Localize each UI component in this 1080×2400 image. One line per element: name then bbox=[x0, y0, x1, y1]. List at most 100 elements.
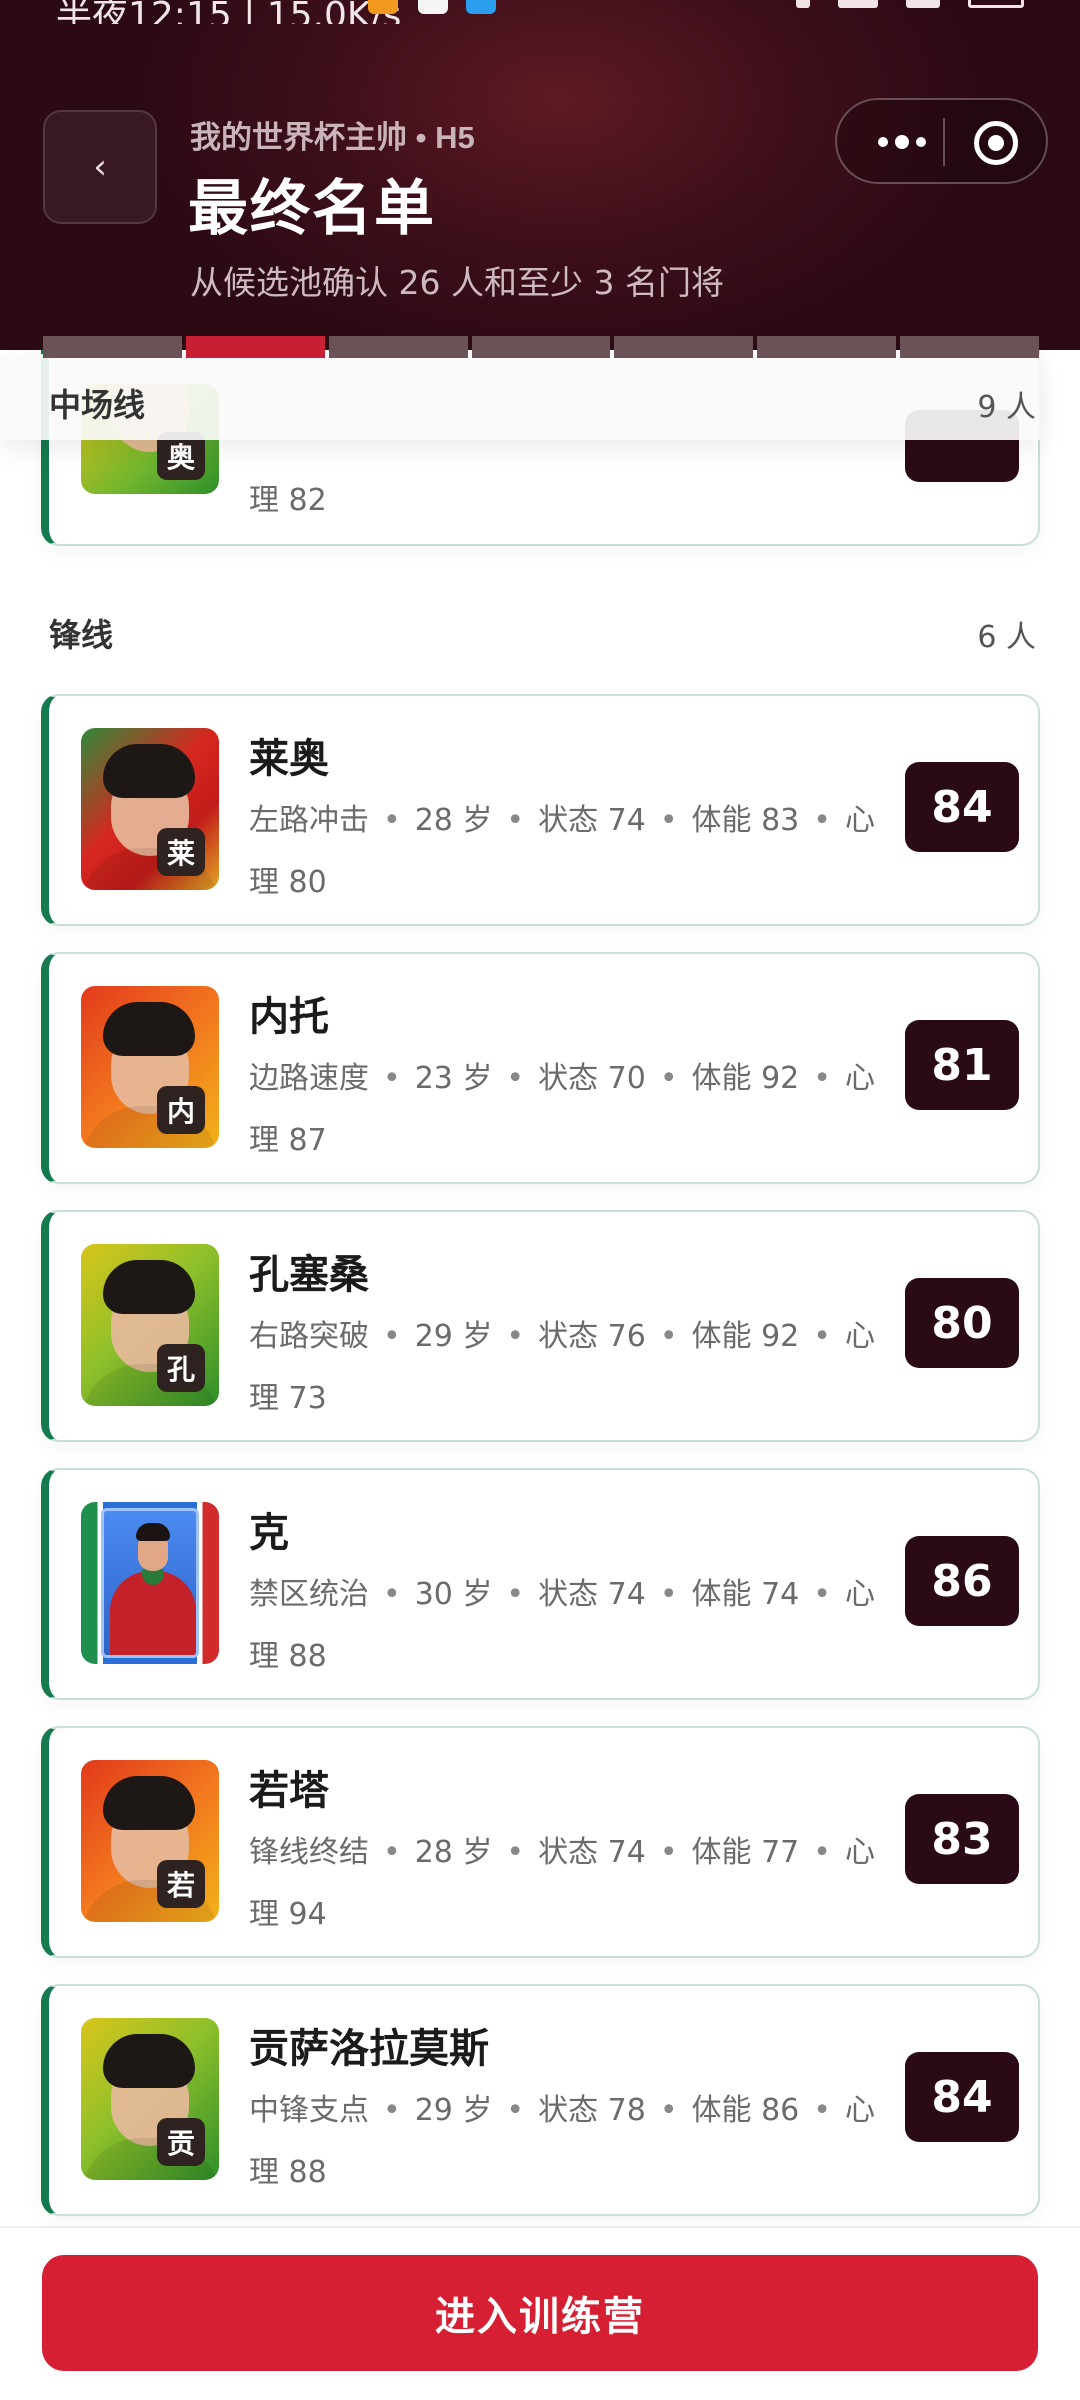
player-info: 边路速度 • 23 岁 • 状态 70 • 体能 92 • 心理 87 bbox=[249, 1061, 875, 1158]
player-mental-a: 心 bbox=[844, 2093, 875, 2128]
section-count: 6 人 bbox=[977, 620, 1036, 655]
tab[interactable] bbox=[900, 336, 1040, 358]
status-time: 半夜12:15 | 15.0K/s bbox=[56, 0, 402, 24]
player-form: 状态 70 bbox=[538, 1061, 646, 1096]
player-rating: 84 bbox=[905, 2052, 1019, 2142]
player-name: 莱奥 bbox=[249, 736, 329, 782]
player-form: 状态 74 bbox=[538, 1835, 646, 1870]
avatar-initial: 莱 bbox=[157, 828, 205, 876]
status-right bbox=[796, 0, 1024, 8]
player-mental-b: 理 80 bbox=[249, 865, 327, 900]
player-stamina: 体能 92 bbox=[691, 1319, 800, 1354]
enter-training-camp-button[interactable]: 进入训练营 bbox=[42, 2255, 1038, 2371]
player-mental-b: 理 73 bbox=[249, 1381, 327, 1416]
player-mental-b: 理 88 bbox=[249, 2155, 327, 2190]
player-avatar: 若 bbox=[81, 1760, 219, 1922]
notification-icon bbox=[368, 0, 398, 14]
app-header: 半夜12:15 | 15.0K/s ‹ 我的世界杯主帅 • H5 最终名单 从候… bbox=[0, 0, 1080, 350]
player-name: 孔塞桑 bbox=[249, 1252, 369, 1298]
player-name: 内托 bbox=[249, 994, 329, 1040]
back-button[interactable]: ‹ bbox=[43, 110, 157, 224]
player-info: 锋线终结 • 28 岁 • 状态 74 • 体能 77 • 心理 94 bbox=[249, 1835, 875, 1932]
player-mental-b: 理 87 bbox=[249, 1123, 327, 1158]
player-stamina: 体能 92 bbox=[691, 1061, 800, 1096]
player-age: 30 岁 bbox=[414, 1577, 493, 1612]
player-age: 28 岁 bbox=[414, 1835, 493, 1870]
tab[interactable] bbox=[614, 336, 754, 358]
player-age: 29 岁 bbox=[414, 2093, 493, 2128]
player-name: 克 bbox=[249, 1510, 289, 1556]
player-card[interactable]: 贡 贡萨洛拉莫斯 中锋支点 • 29 岁 • 状态 78 • 体能 86 • 心理 88 84 bbox=[41, 1984, 1040, 2216]
signal-icon bbox=[838, 0, 878, 8]
player-name: 若塔 bbox=[249, 1768, 329, 1814]
tab[interactable] bbox=[328, 336, 468, 358]
avatar-initial: 孔 bbox=[157, 1344, 205, 1392]
close-target-icon[interactable] bbox=[974, 121, 1018, 165]
player-age: 23 岁 bbox=[414, 1061, 493, 1096]
player-card[interactable]: 克 禁区统治 • 30 岁 • 状态 74 • 体能 74 • 心理 88 86 bbox=[41, 1468, 1040, 1700]
avatar-hair bbox=[103, 744, 195, 798]
position-tab-strip bbox=[43, 336, 1040, 358]
player-card[interactable]: 若 若塔 锋线终结 • 28 岁 • 状态 74 • 体能 77 • 心理 94 83 bbox=[41, 1726, 1040, 1958]
player-info: 左路冲击 • 28 岁 • 状态 74 • 体能 83 • 心理 80 bbox=[249, 803, 875, 900]
capsule-divider bbox=[943, 118, 945, 166]
player-age: 29 岁 bbox=[414, 1319, 493, 1354]
wifi-icon bbox=[906, 0, 940, 8]
player-mental-a: 心 bbox=[844, 1061, 875, 1096]
photo-hair bbox=[136, 1523, 170, 1541]
player-stamina: 体能 74 bbox=[691, 1577, 800, 1612]
page-description: 从候选池确认 26 人和至少 3 名门将 bbox=[190, 263, 724, 302]
player-mental-a: 心 bbox=[844, 1319, 875, 1354]
player-role: 中锋支点 bbox=[249, 2093, 369, 2128]
player-rating: 86 bbox=[905, 1536, 1019, 1626]
miniprogram-capsule bbox=[835, 98, 1048, 184]
player-form: 状态 78 bbox=[538, 2093, 646, 2128]
tab[interactable] bbox=[757, 336, 897, 358]
tab[interactable] bbox=[43, 336, 182, 358]
player-card[interactable]: 孔 孔塞桑 右路突破 • 29 岁 • 状态 76 • 体能 92 • 心理 73 80 bbox=[41, 1210, 1040, 1442]
photo-inner bbox=[101, 1508, 199, 1658]
player-rating: 80 bbox=[905, 1278, 1019, 1368]
avatar-hair bbox=[103, 1260, 195, 1314]
player-form: 状态 74 bbox=[538, 803, 646, 838]
player-mental-b: 理 94 bbox=[249, 1897, 327, 1932]
player-rating: 81 bbox=[905, 1020, 1019, 1110]
player-form: 状态 76 bbox=[538, 1319, 646, 1354]
player-card[interactable]: 内 内托 边路速度 • 23 岁 • 状态 70 • 体能 92 • 心理 87 81 bbox=[41, 952, 1040, 1184]
bottom-action-bar: 进入训练营 bbox=[0, 2226, 1080, 2400]
player-role: 边路速度 bbox=[249, 1061, 369, 1096]
player-photo bbox=[81, 1502, 219, 1664]
section-header-forwards: 锋线 6 人 bbox=[0, 602, 1080, 662]
status-bar: 半夜12:15 | 15.0K/s bbox=[0, 0, 1080, 24]
bluetooth-icon bbox=[796, 0, 810, 8]
player-stamina: 体能 77 bbox=[691, 1835, 800, 1870]
section-title: 锋线 bbox=[49, 616, 114, 654]
player-avatar: 内 bbox=[81, 986, 219, 1148]
player-stamina: 体能 86 bbox=[691, 2093, 800, 2128]
tab-active[interactable] bbox=[185, 336, 325, 358]
player-card[interactable]: 莱 莱奥 左路冲击 • 28 岁 • 状态 74 • 体能 83 • 心理 80 84 bbox=[41, 694, 1040, 926]
player-role: 左路冲击 bbox=[249, 803, 369, 838]
page-title: 最终名单 bbox=[188, 174, 436, 244]
avatar-initial: 若 bbox=[157, 1860, 205, 1908]
player-name: 贡萨洛拉莫斯 bbox=[249, 2026, 489, 2072]
section-title: 中场线 bbox=[49, 386, 146, 424]
player-avatar: 莱 bbox=[81, 728, 219, 890]
player-info: 中锋支点 • 29 岁 • 状态 78 • 体能 86 • 心理 88 bbox=[249, 2093, 875, 2190]
player-mental-a: 心 bbox=[844, 1577, 875, 1612]
more-icon[interactable] bbox=[865, 124, 939, 160]
avatar-hair bbox=[103, 1776, 195, 1830]
player-stamina: 体能 83 bbox=[691, 803, 800, 838]
app-name: 我的世界杯主帅 • H5 bbox=[190, 120, 475, 155]
player-rating: 83 bbox=[905, 1794, 1019, 1884]
player-info: 禁区统治 • 30 岁 • 状态 74 • 体能 74 • 心理 88 bbox=[249, 1577, 875, 1674]
chevron-left-icon: ‹ bbox=[93, 147, 107, 187]
player-info: 右路突破 • 29 岁 • 状态 76 • 体能 92 • 心理 73 bbox=[249, 1319, 875, 1416]
player-form: 状态 74 bbox=[538, 1577, 646, 1612]
section-count: 9 人 bbox=[977, 390, 1036, 425]
avatar-initial: 内 bbox=[157, 1086, 205, 1134]
battery-icon bbox=[968, 0, 1024, 8]
player-mental-b: 理 88 bbox=[249, 1639, 327, 1674]
player-mental-a: 心 bbox=[844, 1835, 875, 1870]
tab[interactable] bbox=[471, 336, 611, 358]
